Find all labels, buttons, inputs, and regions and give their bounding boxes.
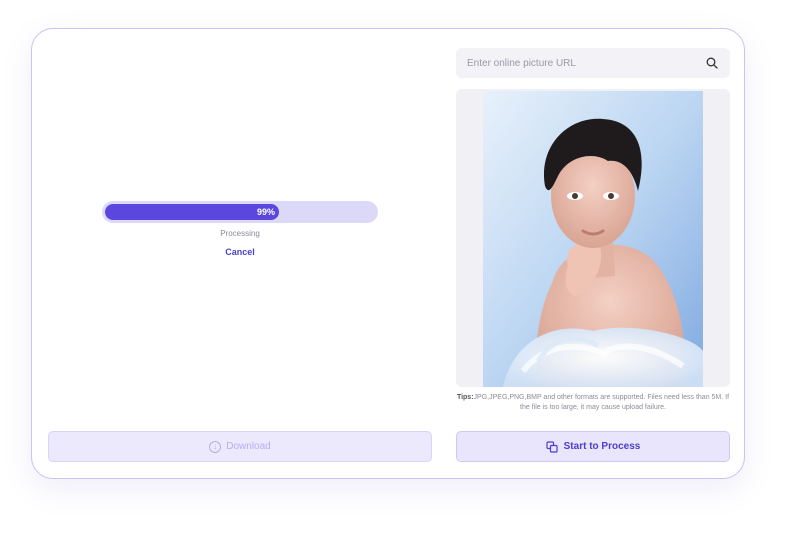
progress-percent: 99%: [256, 207, 275, 217]
url-input[interactable]: [456, 48, 696, 78]
url-search-box: [456, 48, 730, 78]
copy-process-icon: [546, 440, 558, 453]
image-preview-panel: [456, 89, 730, 387]
search-icon[interactable]: [706, 57, 718, 69]
tips-prefix: Tips:: [456, 394, 474, 401]
download-circle-icon: ↓: [209, 440, 222, 453]
upload-tips: Tips:JPG,JPEG,PNG,BMP and other formats …: [456, 393, 730, 413]
portrait-photo: [483, 91, 703, 387]
tips-text: JPG,JPEG,PNG,BMP and other formats are s…: [473, 394, 730, 411]
start-process-label: Start to Process: [563, 441, 641, 452]
download-label: Download: [226, 441, 271, 452]
processing-status: Processing: [220, 229, 260, 238]
progress-fill: 99%: [105, 204, 279, 220]
start-process-button[interactable]: Start to Process: [456, 431, 730, 462]
download-button[interactable]: ↓ Download: [48, 431, 432, 462]
cancel-button[interactable]: Cancel: [102, 247, 378, 257]
processing-card: 99% Processing Cancel ↓ Download Enter o…: [31, 28, 745, 479]
progress-bar: 99%: [102, 201, 378, 223]
